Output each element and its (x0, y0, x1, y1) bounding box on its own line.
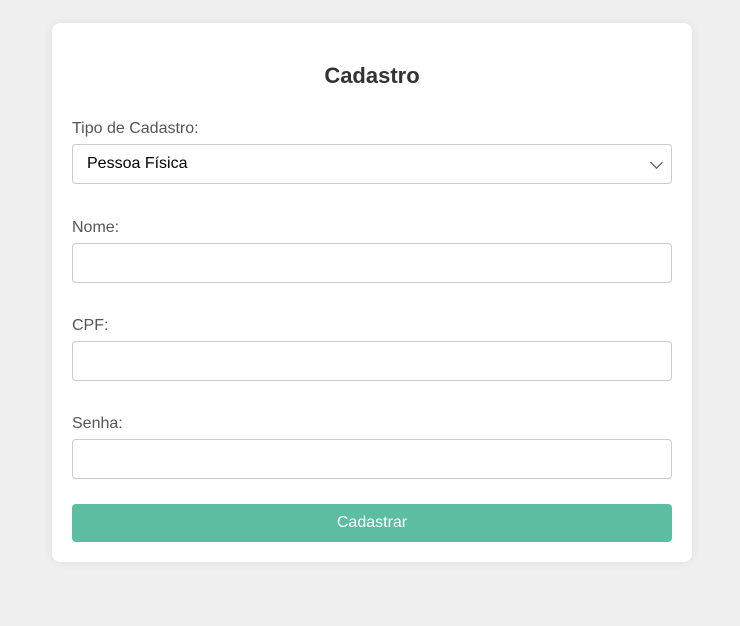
tipo-cadastro-select[interactable]: Pessoa Física (72, 144, 672, 184)
chevron-down-icon (650, 155, 663, 169)
nome-label: Nome: (72, 219, 120, 236)
cpf-input[interactable] (72, 341, 672, 381)
tipo-cadastro-selected-value: Pessoa Física (87, 155, 188, 172)
signup-card: Cadastro Tipo de Cadastro: Pessoa Física… (52, 23, 692, 562)
senha-input[interactable] (72, 439, 672, 479)
nome-input[interactable] (72, 243, 672, 283)
cadastrar-button[interactable]: Cadastrar (72, 504, 672, 542)
tipo-cadastro-label: Tipo de Cadastro: (72, 120, 199, 137)
cpf-label: CPF: (72, 317, 109, 334)
page-title: Cadastro (324, 63, 420, 88)
senha-label: Senha: (72, 415, 123, 432)
